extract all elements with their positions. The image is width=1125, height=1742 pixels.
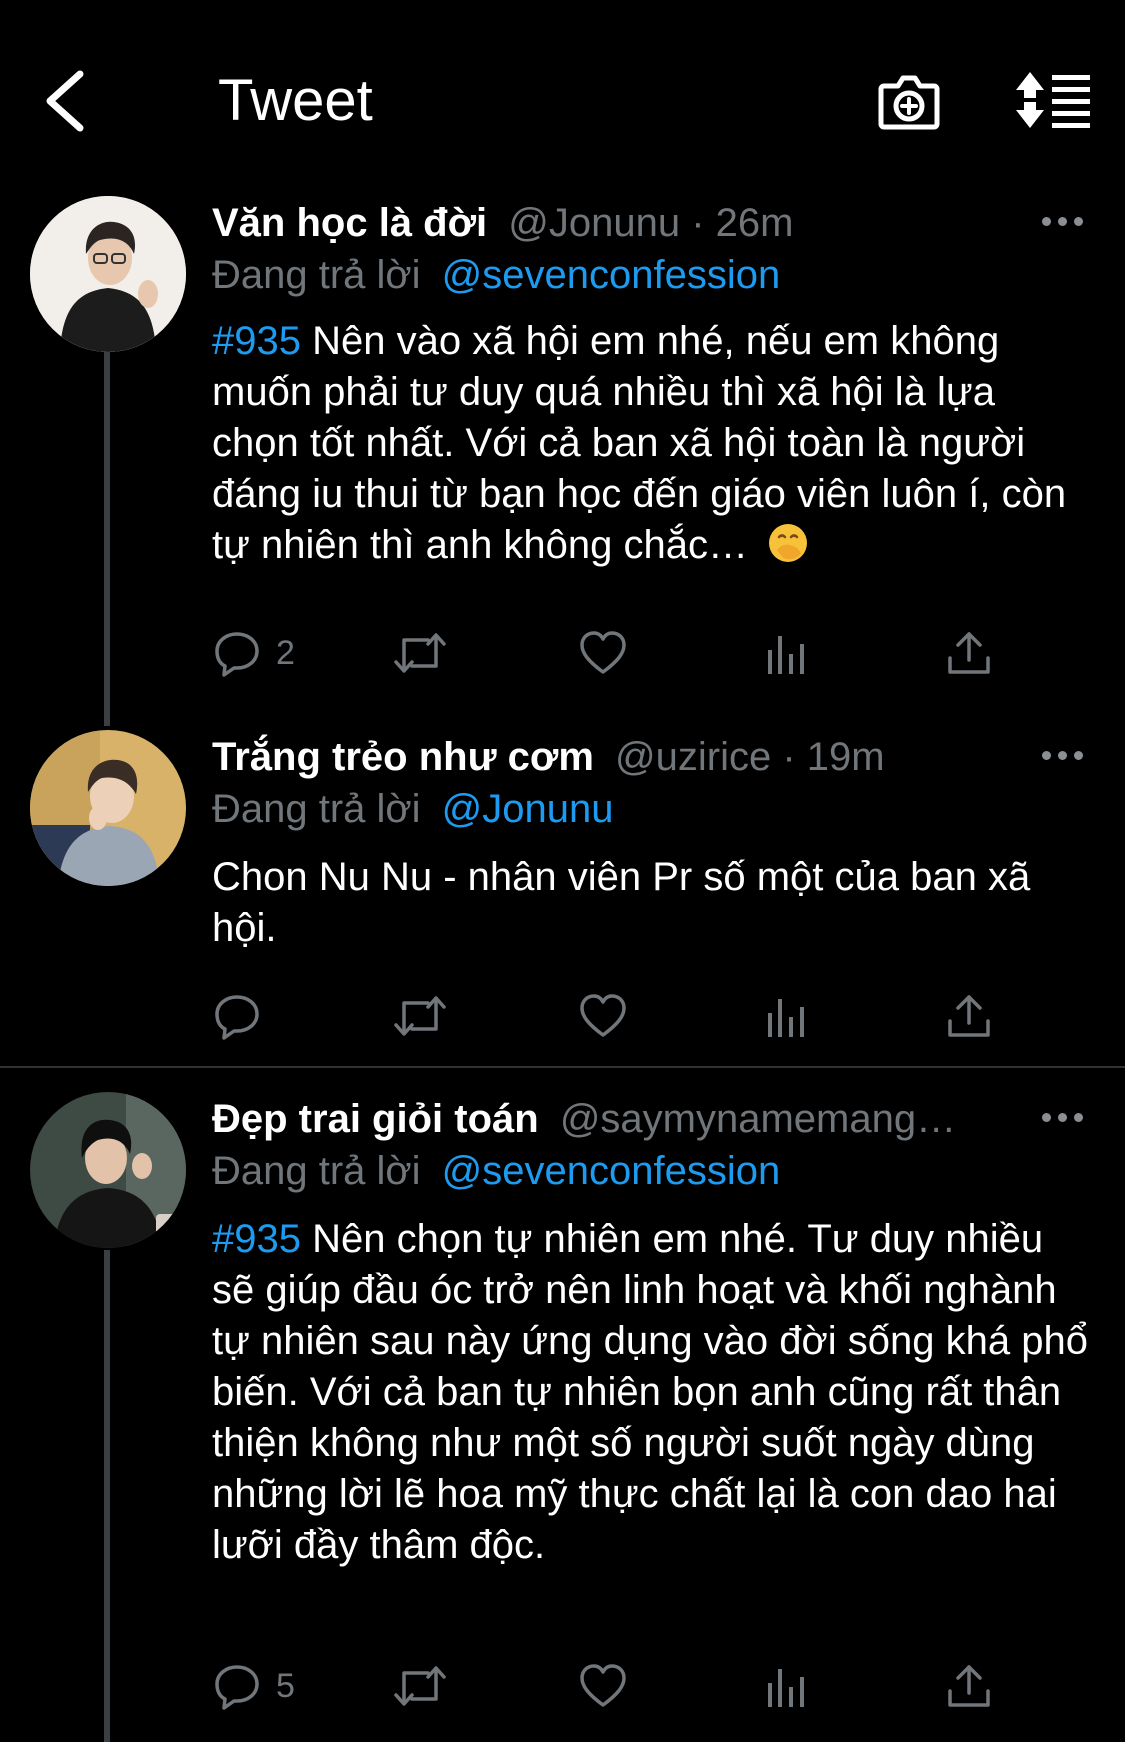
analytics-button[interactable] (764, 1656, 808, 1716)
tweet-text: #935 Nên chọn tự nhiên em nhé. Tư duy nh… (212, 1214, 1092, 1571)
tweet[interactable]: Đẹp trai giỏi toán @saymynamemang… Đang … (0, 0, 1125, 1742)
retweet-button[interactable] (392, 1656, 448, 1716)
share-button[interactable] (946, 1656, 992, 1716)
like-button[interactable] (578, 1656, 628, 1716)
more-options-button[interactable] (1040, 1102, 1086, 1132)
reply-button[interactable]: 5 (212, 1656, 295, 1716)
handle-and-time: @saymynamemang… (559, 1097, 957, 1141)
replying-to-label: Đang trả lời (212, 1149, 421, 1193)
share-icon (948, 1665, 990, 1707)
tweet-body: Nên chọn tự nhiên em nhé. Tư duy nhiều s… (212, 1217, 1088, 1567)
reply-count: 5 (276, 1666, 295, 1705)
hashtag-link[interactable]: #935 (212, 1217, 301, 1261)
more-icon-dot (1058, 1113, 1067, 1122)
more-icon-dot (1042, 1113, 1051, 1122)
retweet-icon (394, 1666, 446, 1706)
analytics-icon (768, 1669, 804, 1707)
more-icon-dot (1074, 1113, 1083, 1122)
replying-to: Đang trả lời @sevenconfession (212, 1144, 780, 1198)
tweet-actions: 5 (212, 1656, 1012, 1716)
avatar[interactable] (30, 1092, 186, 1248)
display-name[interactable]: Đẹp trai giỏi toán (212, 1097, 539, 1141)
like-icon (580, 1664, 626, 1707)
tweet-header: Đẹp trai giỏi toán @saymynamemang… (212, 1092, 1042, 1146)
reply-icon (215, 1665, 259, 1710)
mention-link[interactable]: @sevenconfession (442, 1149, 781, 1193)
